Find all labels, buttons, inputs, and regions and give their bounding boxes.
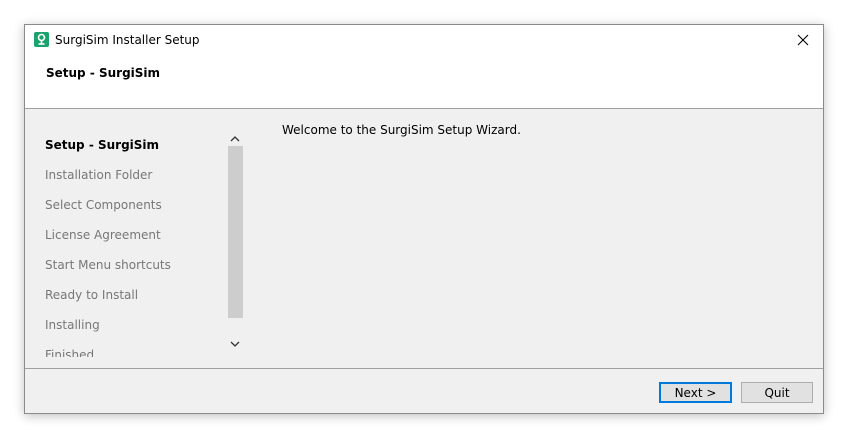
- scroll-down-button[interactable]: [227, 336, 243, 352]
- close-icon: [797, 34, 809, 46]
- wizard-steps-list: Setup - SurgiSim Installation Folder Sel…: [45, 135, 225, 357]
- step-item-finished: Finished: [45, 348, 95, 357]
- step-item-start-menu-shortcuts: Start Menu shortcuts: [45, 258, 171, 272]
- step-item-installing: Installing: [45, 318, 100, 332]
- scroll-up-button[interactable]: [227, 130, 243, 146]
- app-icon: [34, 32, 49, 47]
- step-item-select-components: Select Components: [45, 198, 162, 212]
- close-button[interactable]: [783, 25, 823, 55]
- footer-divider: [25, 368, 823, 369]
- title-bar: SurgiSim Installer Setup: [25, 25, 823, 55]
- step-item-installation-folder: Installation Folder: [45, 168, 153, 182]
- steps-scrollbar[interactable]: [227, 128, 243, 350]
- quit-button[interactable]: Quit: [741, 382, 813, 403]
- window-title: SurgiSim Installer Setup: [55, 33, 200, 47]
- step-item-ready-to-install: Ready to Install: [45, 288, 139, 302]
- wizard-header: Setup - SurgiSim: [25, 55, 823, 109]
- step-item-license-agreement: License Agreement: [45, 228, 161, 242]
- welcome-text: Welcome to the SurgiSim Setup Wizard.: [282, 123, 521, 137]
- chevron-down-icon: [230, 341, 240, 347]
- scroll-thumb[interactable]: [228, 146, 243, 318]
- installer-window: SurgiSim Installer Setup Setup - SurgiSi…: [24, 24, 824, 414]
- step-item-setup: Setup - SurgiSim: [45, 138, 160, 152]
- chevron-up-icon: [230, 135, 240, 141]
- next-button[interactable]: Next >: [659, 382, 732, 403]
- header-title: Setup - SurgiSim: [46, 66, 161, 80]
